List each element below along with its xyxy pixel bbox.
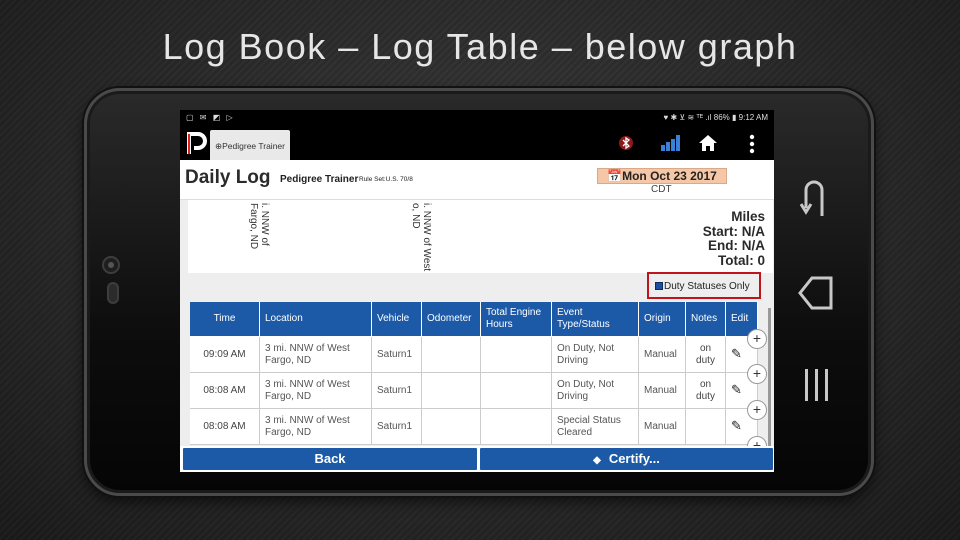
table-row[interactable]: 09:09 AM 3 mi. NNW of West Fargo, ND Sat… (190, 337, 758, 373)
cell-event: Special Status Cleared (552, 409, 639, 445)
plus-icon[interactable]: + (747, 400, 767, 420)
certify-label: Certify... (608, 451, 660, 466)
signal-icon (661, 135, 680, 151)
cell-odometer (422, 373, 481, 409)
cell-vehicle: Saturn1 (372, 337, 422, 373)
cell-vehicle: Saturn1 (372, 409, 422, 445)
back-nav-icon[interactable] (798, 274, 834, 312)
pencil-icon[interactable]: ✎ (731, 418, 742, 433)
filter-label: Duty Statuses Only (664, 281, 750, 292)
back-arrow-icon[interactable] (800, 178, 832, 218)
cell-notes: on duty (686, 337, 726, 373)
plus-icon[interactable]: + (747, 364, 767, 384)
date-value: Mon Oct 23 2017 (622, 169, 717, 183)
cell-event: On Duty, Not Driving (552, 373, 639, 409)
slide-title: Log Book – Log Table – below graph (162, 26, 798, 67)
cell-location: 3 mi. NNW of West Fargo, ND (260, 409, 372, 445)
cell-vehicle: Saturn1 (372, 373, 422, 409)
cell-time: 08:08 AM (190, 409, 260, 445)
pencil-icon[interactable]: ✎ (731, 346, 742, 361)
cell-origin: Manual (639, 373, 686, 409)
back-button[interactable]: Back (183, 448, 477, 470)
cell-location: 3 mi. NNW of West Fargo, ND (260, 337, 372, 373)
cell-notes (686, 409, 726, 445)
home-icon[interactable] (698, 134, 718, 152)
cell-origin: Manual (639, 337, 686, 373)
certify-button[interactable]: ◆ Certify... (480, 448, 773, 470)
cell-notes: on duty (686, 373, 726, 409)
cell-event: On Duty, Not Driving (552, 337, 639, 373)
status-info: ♥ ✱ ⊻ ≋ ᵀᴱ .ıl 86% ▮ 9:12 AM (663, 113, 768, 122)
notification-icons: ▢ ✉ ◩ ▷ (186, 113, 235, 122)
calendar-icon: 📅 (607, 169, 623, 183)
scrollbar[interactable] (768, 308, 771, 448)
cell-engine-hours (481, 337, 552, 373)
col-header-origin[interactable]: Origin (639, 302, 686, 337)
no-bluetooth-icon[interactable] (616, 134, 636, 152)
rule-set: Rule Set:U.S. 70/8 (359, 176, 413, 183)
app-bar: ⊕Pedigree Trainer (180, 126, 774, 160)
duty-statuses-checkbox[interactable] (655, 282, 663, 290)
log-header: Daily Log Pedigree Trainer Rule Set:U.S.… (180, 160, 774, 200)
miles-title: Miles (731, 209, 765, 224)
table-row[interactable]: 08:08 AM 3 mi. NNW of West Fargo, ND Sat… (190, 409, 758, 445)
miles-start: Start: N/A (702, 223, 765, 239)
col-header-time[interactable]: Time (190, 302, 260, 337)
miles-end: End: N/A (708, 238, 765, 253)
logo-icon[interactable] (186, 130, 208, 156)
miles-summary: Miles Start: N/A End: N/A Total: 0 (702, 209, 765, 268)
cell-origin: Manual (639, 409, 686, 445)
log-table: Time Location Vehicle Odometer Total Eng… (190, 302, 758, 447)
overflow-menu-icon[interactable] (748, 134, 756, 154)
col-header-notes[interactable]: Notes (686, 302, 726, 337)
table-header-row: Time Location Vehicle Odometer Total Eng… (190, 302, 758, 337)
col-header-engine-hours[interactable]: Total Engine Hours (481, 302, 552, 337)
bottom-actions: Back ◆ Certify... (180, 446, 774, 472)
status-bar: ▢ ✉ ◩ ▷ ♥ ✱ ⊻ ≋ ᵀᴱ .ıl 86% ▮ 9:12 AM (180, 110, 774, 126)
col-header-vehicle[interactable]: Vehicle (372, 302, 422, 337)
graph-location-label: i. NNW of West o, ND (410, 203, 432, 272)
cell-time: 08:08 AM (190, 373, 260, 409)
cell-engine-hours (481, 373, 552, 409)
table-row[interactable]: 08:08 AM 3 mi. NNW of West Fargo, ND Sat… (190, 373, 758, 409)
duty-statuses-filter[interactable]: Duty Statuses Only (647, 272, 761, 299)
graph-location-label: i. NNW of Fargo, ND (248, 203, 270, 250)
cell-odometer (422, 409, 481, 445)
miles-total: Total: 0 (718, 252, 765, 268)
timezone: CDT (651, 184, 672, 195)
cell-location: 3 mi. NNW of West Fargo, ND (260, 373, 372, 409)
col-header-location[interactable]: Location (260, 302, 372, 337)
col-header-odometer[interactable]: Odometer (422, 302, 481, 337)
camera (102, 256, 120, 274)
cell-engine-hours (481, 409, 552, 445)
graph-bottom: i. NNW of Fargo, ND i. NNW of West o, ND… (188, 200, 773, 273)
driver-name: Pedigree Trainer (280, 174, 359, 185)
cell-odometer (422, 337, 481, 373)
page-title: Daily Log (185, 167, 271, 188)
date-picker[interactable]: 📅Mon Oct 23 2017 (597, 168, 727, 184)
sensor (107, 282, 119, 304)
pencil-icon[interactable]: ✎ (731, 382, 742, 397)
recents-icon[interactable] (802, 366, 832, 404)
device-screen: ▢ ✉ ◩ ▷ ♥ ✱ ⊻ ≋ ᵀᴱ .ıl 86% ▮ 9:12 AM ⊕Pe… (180, 110, 774, 472)
shield-check-icon: ◆ (593, 455, 601, 466)
plus-icon[interactable]: + (747, 329, 767, 349)
col-header-event[interactable]: Event Type/Status (552, 302, 639, 337)
cell-time: 09:09 AM (190, 337, 260, 373)
tab-pedigree-trainer[interactable]: ⊕Pedigree Trainer (210, 130, 290, 160)
